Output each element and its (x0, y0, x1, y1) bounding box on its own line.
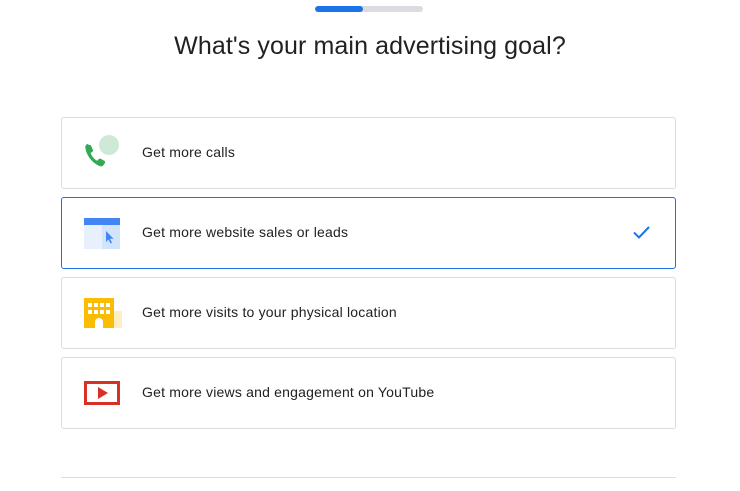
goal-option-label: Get more website sales or leads (142, 224, 349, 240)
page-title: What's your main advertising goal? (174, 32, 566, 60)
progress-bar-fill (315, 6, 363, 12)
goal-options-list: Get more calls Get more website sales or… (61, 117, 676, 437)
website-icon (82, 215, 122, 251)
goal-option-website-sales[interactable]: Get more website sales or leads (61, 197, 676, 269)
storefront-icon (82, 295, 122, 331)
goal-option-physical-visits[interactable]: Get more visits to your physical locatio… (61, 277, 676, 349)
progress-bar (315, 6, 423, 12)
goal-option-youtube-views[interactable]: Get more views and engagement on YouTube (61, 357, 676, 429)
goal-option-calls[interactable]: Get more calls (61, 117, 676, 189)
phone-icon (82, 135, 122, 171)
goal-option-label: Get more visits to your physical locatio… (142, 304, 397, 320)
youtube-play-icon (82, 375, 122, 411)
advertising-goal-page: What's your main advertising goal? Get m… (0, 0, 740, 491)
checkmark-icon (631, 222, 651, 242)
bottom-divider (61, 477, 676, 478)
goal-option-label: Get more views and engagement on YouTube (142, 384, 435, 400)
goal-option-label: Get more calls (142, 144, 236, 160)
